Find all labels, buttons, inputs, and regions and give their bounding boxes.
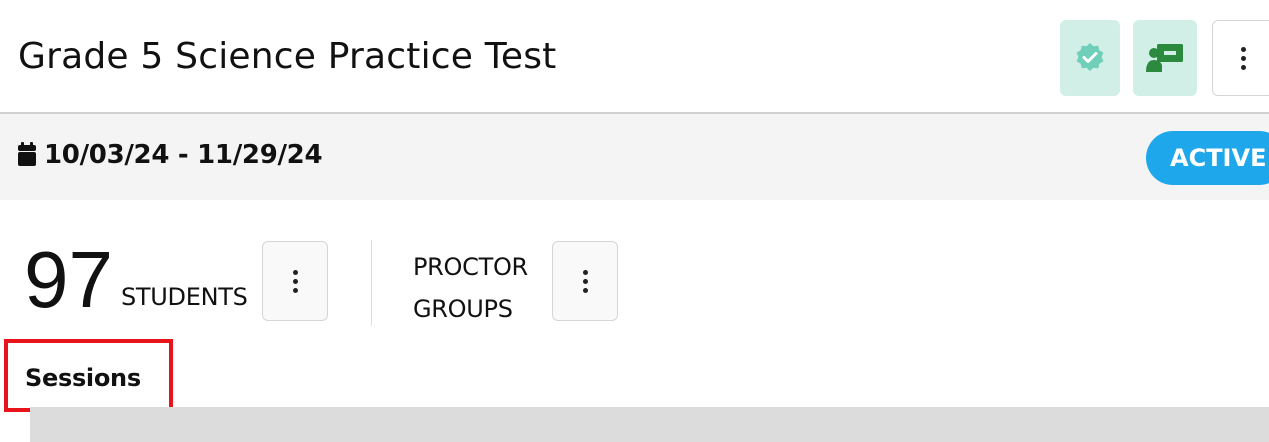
proctor-board-button[interactable] — [1133, 20, 1197, 96]
calendar-icon — [18, 142, 36, 166]
header-more-button[interactable] — [1212, 20, 1269, 96]
students-label: STUDENTS — [121, 283, 248, 311]
proctor-label-line2: GROUPS — [413, 295, 513, 323]
proctor-groups-label: PROCTOR GROUPS — [413, 246, 528, 330]
sessions-heading: Sessions — [25, 364, 141, 392]
vertical-dots-icon — [1240, 46, 1246, 70]
stats-divider — [371, 240, 372, 326]
verified-badge-icon — [1076, 43, 1104, 71]
vertical-dots-icon — [292, 269, 298, 293]
status-badge: ACTIVE — [1146, 131, 1269, 185]
vertical-dots-icon — [582, 269, 588, 293]
page-title: Grade 5 Science Practice Test — [18, 36, 557, 77]
teacher-board-icon — [1146, 44, 1183, 72]
proctor-label-line1: PROCTOR — [413, 253, 528, 281]
verified-button[interactable] — [1060, 20, 1120, 96]
page-header: Grade 5 Science Practice Test — [0, 0, 1269, 113]
proctor-groups-more-button[interactable] — [552, 241, 618, 321]
student-count: 97 — [24, 235, 113, 324]
students-more-button[interactable] — [262, 241, 328, 321]
date-range: 10/03/24 - 11/29/24 — [44, 140, 323, 170]
sessions-table-header — [30, 407, 1269, 442]
